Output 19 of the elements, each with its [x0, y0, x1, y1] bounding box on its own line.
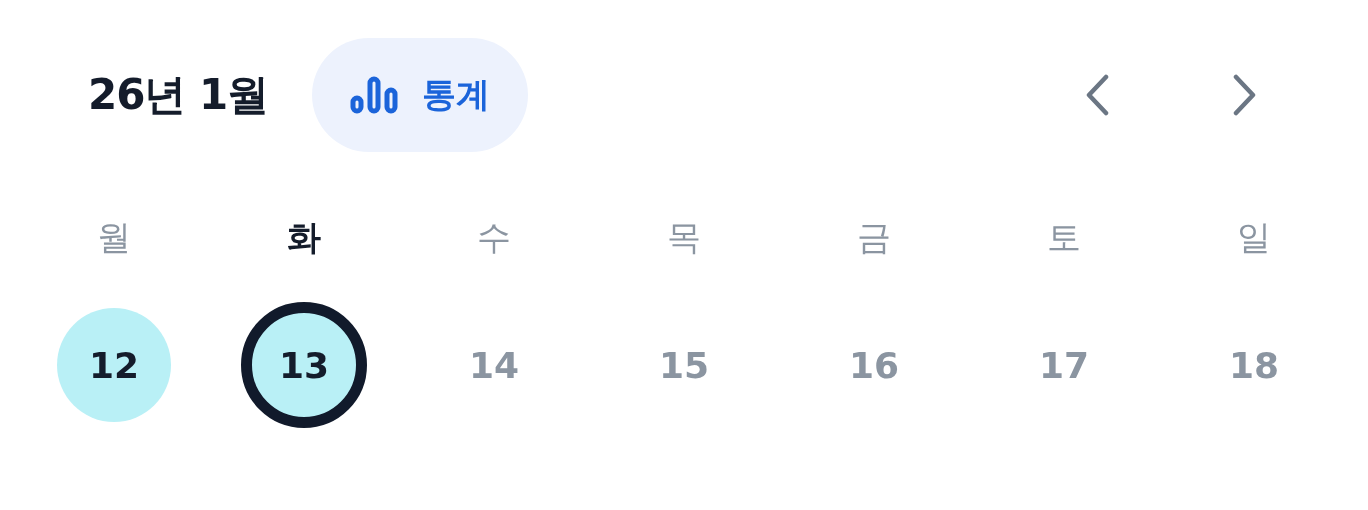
weekday-label: 목: [667, 216, 701, 259]
chevron-left-icon: [1084, 74, 1110, 116]
date-cell[interactable]: 18: [1197, 308, 1311, 422]
weekday-label: 수: [477, 216, 511, 259]
weekday-label: 토: [1047, 216, 1081, 259]
date-cell[interactable]: 17: [1007, 308, 1121, 422]
date-cell[interactable]: 13: [241, 302, 367, 428]
date-cell[interactable]: 12: [57, 308, 171, 422]
bar-chart-icon: [350, 76, 401, 114]
date-cell[interactable]: 16: [817, 308, 931, 422]
date-cell[interactable]: 15: [627, 308, 741, 422]
weekday-label: 일: [1237, 216, 1271, 259]
date-cell[interactable]: 14: [437, 308, 551, 422]
month-title: 26년 1월: [88, 69, 269, 121]
chevron-right-icon: [1232, 74, 1258, 116]
weekday-label: 금: [857, 216, 891, 259]
stats-button[interactable]: 통계: [312, 38, 529, 152]
weekday-label: 화: [287, 216, 321, 259]
weekday-label: 월: [97, 216, 131, 259]
